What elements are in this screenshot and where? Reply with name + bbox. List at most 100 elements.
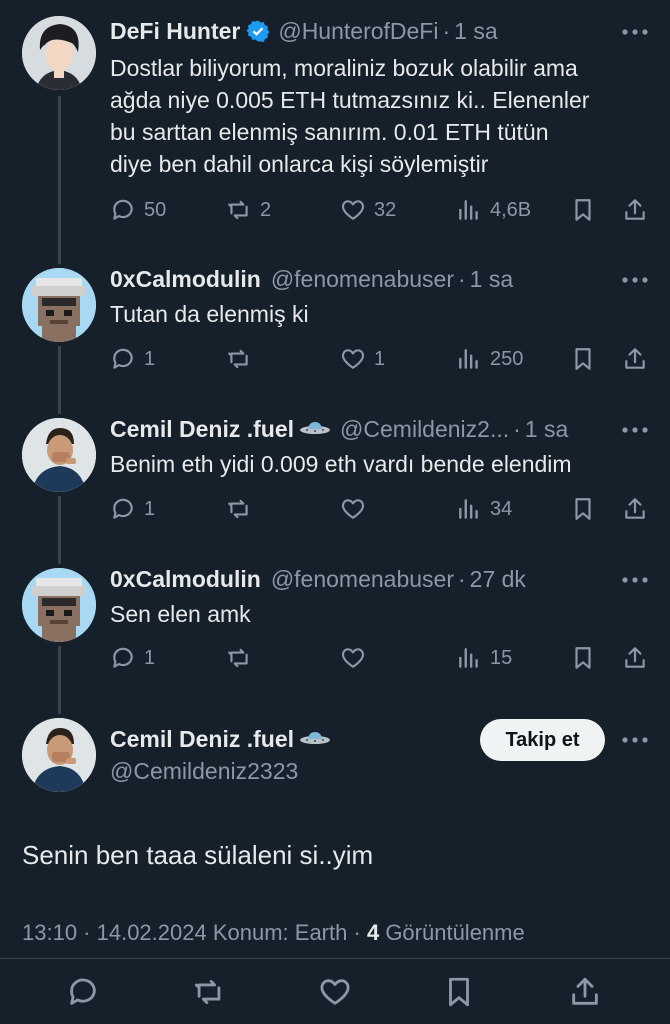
like-button[interactable] [340,492,374,526]
author-handle[interactable]: @Cemildeniz2... [340,416,509,443]
tweet-time[interactable]: 1 sa [525,416,568,443]
author-name[interactable]: Cemil Deniz .fuel [110,416,294,443]
like-button[interactable]: 1 [340,342,385,376]
share-icon [572,977,598,1005]
avatar[interactable] [22,718,96,792]
views-icon [459,648,478,668]
author-name[interactable]: DeFi Hunter [110,18,240,45]
tweet-time[interactable]: 1 sa [470,266,513,293]
retweet-button[interactable] [226,492,260,526]
bookmark-icon [449,977,469,1007]
bookmark-button[interactable] [570,492,596,526]
bookmark-button[interactable] [570,641,596,675]
views-button[interactable]: 15 [456,641,512,675]
tweet-header: 0xCalmodulin @fenomenabuser · 27 dk [110,561,526,597]
bookmark-button[interactable] [570,193,596,227]
author-name[interactable]: 0xCalmodulin [110,566,261,593]
separator: · [458,265,466,292]
thread-line [58,346,61,414]
tweet-header: 0xCalmodulin @fenomenabuser · 1 sa [110,261,513,297]
thread-line [58,96,61,264]
location: Konum: Earth [212,920,348,945]
author-handle[interactable]: @Cemildeniz2323 [110,758,298,785]
reply-button[interactable]: 1 [110,342,155,376]
views-count: 15 [490,646,513,669]
heart-icon [341,499,365,519]
avatar[interactable] [22,418,96,492]
retweet-button[interactable]: 2 [226,193,271,227]
tweet-time[interactable]: 27 dk [470,566,526,593]
retweet-count: 2 [260,198,272,221]
more-options-icon[interactable] [620,420,650,440]
reply-icon [113,348,133,369]
like-button[interactable] [318,975,352,1009]
share-button[interactable] [622,342,648,376]
reply-button[interactable]: 50 [110,193,166,227]
views-button[interactable]: 34 [456,492,512,526]
reply-button[interactable] [66,975,100,1009]
views-count: 4 [366,920,380,945]
retweet-button[interactable] [226,641,260,675]
reply-count: 1 [144,646,156,669]
reply-icon [70,978,96,1005]
bookmark-button[interactable] [442,975,476,1009]
reply-count: 50 [144,198,167,221]
tweet-text: Tutan da elenmiş ki [110,298,309,330]
views-count: 4,6B [490,198,532,221]
retweet-icon [228,499,248,519]
author-name[interactable]: Cemil Deniz .fuel [110,726,294,753]
tweet-text-line: diye ben dahil onlarca kişi söylemiştir [110,151,489,177]
heart-icon [341,200,365,220]
share-button[interactable] [568,975,602,1009]
tweet-text: Sen elen amk [110,598,251,630]
heart-icon [341,349,365,369]
views-icon [459,499,478,519]
more-options-icon[interactable] [620,570,650,590]
more-options-icon[interactable] [620,270,650,290]
views-button[interactable]: 4,6B [456,193,531,227]
more-options-icon[interactable] [620,22,650,42]
bookmark-icon [575,199,591,221]
thread-line [58,646,61,714]
retweet-icon [228,200,248,220]
main-tweet-handle-row: @Cemildeniz2323 [110,753,298,789]
reply-icon [113,498,133,519]
tweet-text-line: Sen elen amk [110,601,251,627]
ufo-icon [298,416,332,443]
heart-icon [341,648,365,668]
views-icon [459,200,478,220]
reply-button[interactable]: 1 [110,492,155,526]
retweet-icon [228,349,248,369]
views-button[interactable]: 250 [456,342,523,376]
like-count: 32 [374,198,397,221]
author-handle[interactable]: @fenomenabuser [271,266,454,293]
tweet-time[interactable]: 1 sa [454,18,497,45]
tweet-text-line: ağda niye 0.005 ETH tutmazsınız ki.. Ele… [110,87,590,113]
follow-button[interactable]: Takip et [480,719,605,761]
separator: · [458,565,466,592]
author-name[interactable]: 0xCalmodulin [110,266,261,293]
like-button[interactable] [340,641,374,675]
retweet-button[interactable] [192,975,226,1009]
author-handle[interactable]: @HunterofDeFi [278,18,438,45]
more-options-icon[interactable] [620,730,650,750]
bookmark-button[interactable] [570,342,596,376]
bookmark-icon [575,348,591,370]
retweet-button[interactable] [226,342,260,376]
separator: · [513,415,521,442]
divider [0,958,670,959]
tweet-actions: 1 34 [110,492,650,526]
like-button[interactable]: 32 [340,193,396,227]
author-handle[interactable]: @fenomenabuser [271,566,454,593]
thread-line [58,496,61,564]
tweet-timestamp[interactable]: 13:10 · 14.02.2024 [22,920,207,945]
share-button[interactable] [622,193,648,227]
avatar[interactable] [22,268,96,342]
main-tweet-header: Cemil Deniz .fuel [110,721,332,757]
avatar[interactable] [22,16,96,90]
reply-button[interactable]: 1 [110,641,155,675]
share-button[interactable] [622,492,648,526]
main-tweet-text: Senin ben taaa sülaleni si..yim [22,840,374,870]
avatar[interactable] [22,568,96,642]
share-button[interactable] [622,641,648,675]
